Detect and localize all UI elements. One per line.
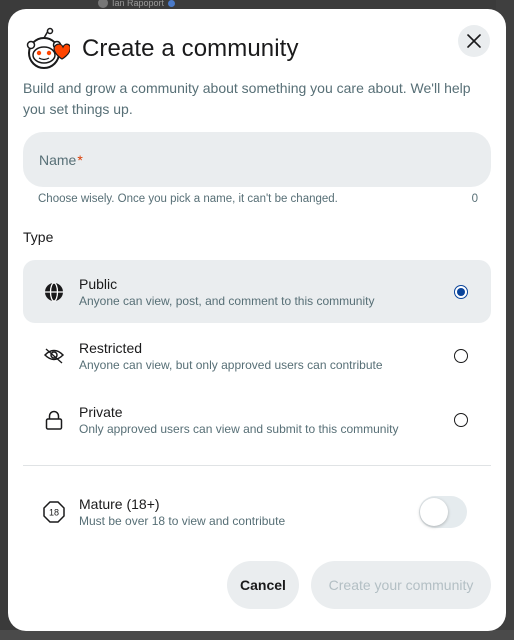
- type-option-title: Restricted: [79, 339, 143, 356]
- mature-setting-row: 18 Mature (18+) Must be over 18 to view …: [23, 487, 491, 537]
- dialog-title: Create a community: [82, 35, 299, 62]
- reddit-community-logo-icon: [26, 27, 70, 69]
- name-label-text: Name: [39, 151, 77, 168]
- cancel-button[interactable]: Cancel: [227, 561, 299, 609]
- eye-icon: [43, 345, 65, 367]
- type-option-description: Anyone can view, post, and comment to th…: [79, 293, 375, 308]
- name-char-count: 0: [471, 193, 478, 205]
- type-radio-restricted[interactable]: [454, 348, 468, 363]
- name-helper-row: Choose wisely. Once you pick a name, it …: [38, 193, 478, 205]
- dialog-subtitle: Build and grow a community about somethi…: [23, 80, 471, 117]
- name-helper-text: Choose wisely. Once you pick a name, it …: [38, 193, 338, 205]
- type-option-description: Only approved users can view and submit …: [79, 421, 399, 436]
- section-divider: [23, 465, 491, 466]
- type-option-public[interactable]: Public Anyone can view, post, and commen…: [23, 260, 491, 323]
- type-heading: Type: [23, 229, 54, 245]
- close-icon: [467, 34, 481, 48]
- community-name-input[interactable]: Name*: [23, 132, 491, 187]
- globe-icon: [43, 281, 65, 303]
- type-option-restricted[interactable]: Restricted Anyone can view, but only app…: [23, 324, 491, 387]
- close-button[interactable]: [458, 25, 490, 57]
- mature-toggle[interactable]: [419, 496, 467, 528]
- mature-description: Must be over 18 to view and contribute: [79, 514, 286, 528]
- type-option-description: Anyone can view, but only approved users…: [79, 357, 383, 372]
- background-bottom-strip: [0, 630, 514, 640]
- background-avatar: [98, 0, 108, 8]
- eighteen-plus-icon: 18: [43, 501, 65, 523]
- type-radio-private[interactable]: [454, 412, 468, 427]
- type-option-text: Private Only approved users can view and…: [79, 403, 454, 437]
- type-option-title: Public: [79, 275, 118, 292]
- name-field-label: Name*: [39, 152, 83, 168]
- type-option-private[interactable]: Private Only approved users can view and…: [23, 388, 491, 451]
- toggle-knob: [420, 498, 448, 526]
- verified-icon: [168, 0, 176, 7]
- create-community-dialog: Create a community Build and grow a comm…: [8, 9, 506, 631]
- background-user-name: Ian Rapoport: [112, 0, 165, 8]
- mature-title: Mature (18+): [79, 496, 160, 512]
- type-radio-public[interactable]: [454, 284, 468, 299]
- required-marker: *: [77, 151, 83, 168]
- type-option-text: Restricted Anyone can view, but only app…: [79, 339, 454, 373]
- svg-text:18: 18: [49, 508, 59, 518]
- dialog-header: Create a community: [24, 27, 299, 71]
- type-option-text: Public Anyone can view, post, and commen…: [79, 275, 454, 309]
- lock-icon: [43, 409, 65, 431]
- mature-text: Mature (18+) Must be over 18 to view and…: [79, 495, 419, 529]
- create-community-button[interactable]: Create your community: [311, 561, 491, 609]
- type-option-title: Private: [79, 403, 123, 420]
